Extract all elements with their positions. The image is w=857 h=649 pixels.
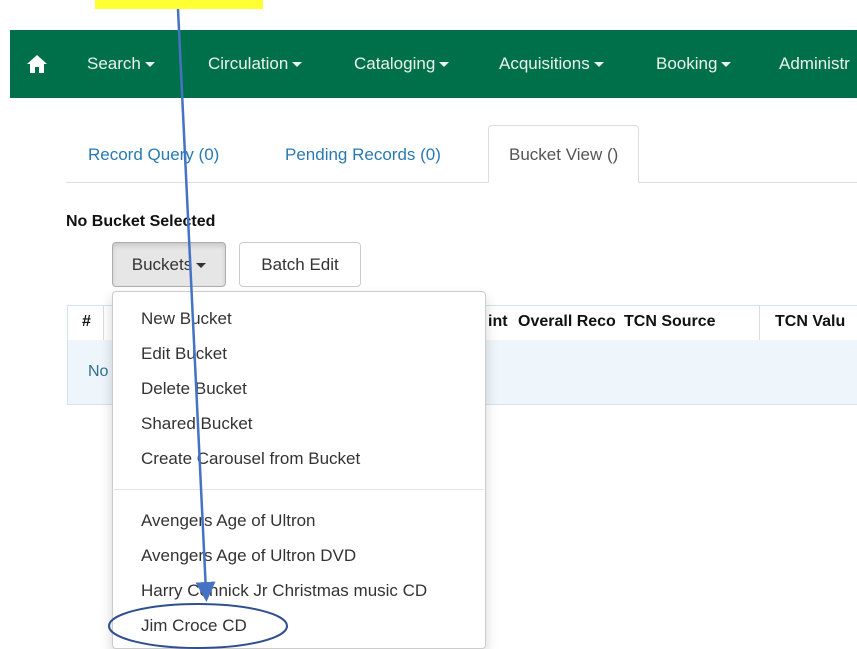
grid-empty-message: No: [88, 363, 109, 380]
nav-circulation[interactable]: Circulation: [208, 30, 303, 98]
nav-search-label: Search: [87, 54, 141, 73]
chevron-down-icon: [439, 62, 450, 68]
tab-record-query[interactable]: Record Query (0): [88, 145, 219, 165]
menu-item-create-carousel[interactable]: Create Carousel from Bucket: [141, 449, 360, 469]
menu-item-bucket-jim-croce[interactable]: Jim Croce CD: [141, 616, 247, 636]
nav-search[interactable]: Search: [87, 30, 155, 98]
home-icon[interactable]: [26, 54, 48, 74]
main-navbar: Search Circulation Cataloging Acquisitio…: [10, 30, 857, 98]
menu-divider: [114, 489, 484, 490]
cataloging-tabs: Record Query (0) Pending Records (0) Buc…: [66, 125, 857, 183]
chevron-down-icon: [144, 62, 155, 68]
menu-item-edit-bucket[interactable]: Edit Bucket: [141, 344, 227, 364]
nav-booking[interactable]: Booking: [656, 30, 732, 98]
nav-cataloging-label: Cataloging: [354, 54, 436, 73]
chevron-down-icon: [196, 263, 207, 269]
nav-booking-label: Booking: [656, 54, 718, 73]
tab-bucket-view[interactable]: Bucket View (): [488, 125, 640, 183]
grid-header-tcn-value[interactable]: TCN Valu: [775, 313, 857, 331]
chevron-down-icon: [593, 62, 604, 68]
nav-administration-label: Administr: [779, 54, 850, 73]
nav-cataloging[interactable]: Cataloging: [354, 30, 450, 98]
column-divider: [103, 306, 104, 340]
batch-edit-button[interactable]: Batch Edit: [239, 242, 361, 287]
buckets-button-label: Buckets: [131, 255, 193, 274]
yellow-highlight-annotation: [95, 0, 263, 9]
nav-administration[interactable]: Administr: [779, 30, 850, 98]
nav-acquisitions-label: Acquisitions: [499, 54, 590, 73]
chevron-down-icon: [292, 62, 303, 68]
bucket-title: No Bucket Selected: [66, 213, 216, 230]
nav-acquisitions[interactable]: Acquisitions: [499, 30, 604, 98]
menu-item-bucket[interactable]: Harry Connick Jr Christmas music CD: [141, 581, 427, 601]
grid-header-count[interactable]: int: [488, 313, 516, 331]
column-divider: [759, 306, 760, 340]
menu-item-shared-bucket[interactable]: Shared Bucket: [141, 414, 253, 434]
grid-header-tcn-source[interactable]: TCN Source: [624, 313, 756, 331]
grid-header-overall-record[interactable]: Overall Reco: [518, 313, 624, 331]
menu-item-new-bucket[interactable]: New Bucket: [141, 309, 232, 329]
tab-pending-records[interactable]: Pending Records (0): [285, 145, 441, 165]
buckets-dropdown-button[interactable]: Buckets: [112, 242, 226, 287]
nav-circulation-label: Circulation: [208, 54, 289, 73]
menu-item-bucket[interactable]: Avengers Age of Ultron DVD: [141, 546, 356, 566]
menu-item-delete-bucket[interactable]: Delete Bucket: [141, 379, 247, 399]
buckets-dropdown-menu: New Bucket Edit Bucket Delete Bucket Sha…: [112, 291, 486, 649]
chevron-down-icon: [721, 62, 732, 68]
menu-item-bucket[interactable]: Avengers Age of Ultron: [141, 511, 316, 531]
grid-header-hash[interactable]: #: [82, 313, 91, 331]
